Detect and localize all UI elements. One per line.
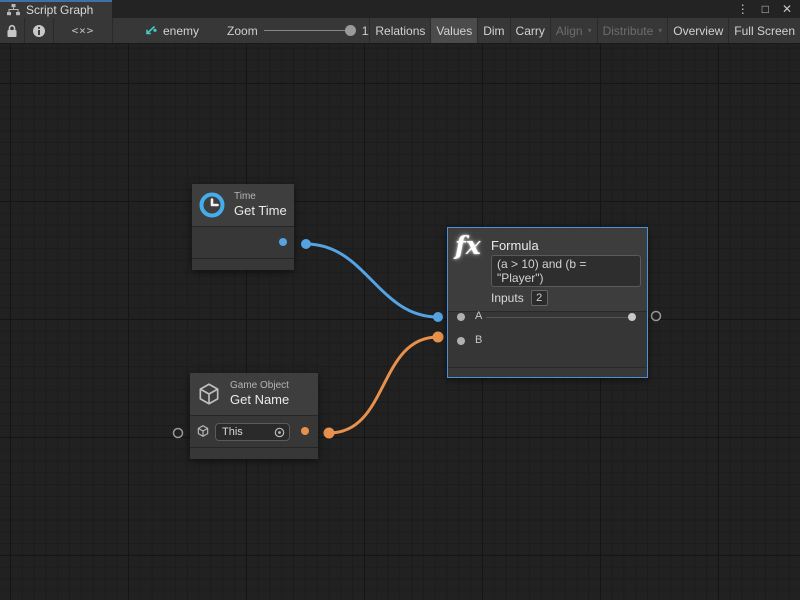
wire-orange-start-dot[interactable]	[324, 428, 335, 439]
node-get-name-header[interactable]: Game Object Get Name	[190, 373, 318, 416]
node-formula-header[interactable]: fx Formula (a > 10) and (b = "Player") I…	[448, 228, 647, 312]
button-label: Distribute	[603, 24, 654, 38]
node-title: Get Name	[230, 392, 289, 408]
script-graph-asset-icon	[143, 24, 157, 37]
formula-port-row-b: B	[448, 330, 647, 352]
node-get-name-footer	[190, 447, 318, 459]
lock-icon	[6, 24, 18, 38]
toolbar-button-relations[interactable]: Relations	[370, 18, 430, 43]
formula-result-output-ring[interactable]	[652, 312, 661, 321]
node-category: Game Object	[230, 380, 289, 392]
toolbar-button-overview[interactable]: Overview	[668, 18, 728, 43]
clock-icon	[198, 191, 226, 219]
toolbar-button-align[interactable]: Align ▾	[551, 18, 597, 43]
inputs-label: Inputs	[491, 291, 524, 305]
titlebar: Script Graph ⋮ □ ✕	[0, 0, 800, 18]
game-object-cube-icon-small	[196, 424, 210, 438]
tab-title: Script Graph	[26, 3, 93, 18]
button-label: Carry	[516, 24, 545, 38]
button-label: Dim	[483, 24, 504, 38]
wire-blue-start-dot[interactable]	[301, 239, 311, 249]
toolbar-button-values[interactable]: Values	[431, 18, 477, 43]
toolbar-button-fullscreen[interactable]: Full Screen	[729, 18, 800, 43]
zoom-slider-track	[264, 30, 350, 31]
zoom-label: Zoom	[227, 24, 258, 38]
node-formula[interactable]: fx Formula (a > 10) and (b = "Player") I…	[447, 227, 648, 378]
port-label: A	[475, 310, 482, 322]
window-close-icon[interactable]: ✕	[782, 0, 792, 18]
code-view-button[interactable]: <×>	[54, 18, 112, 43]
target-object-value: This	[222, 426, 243, 438]
node-get-time-footer	[192, 258, 294, 270]
formula-fx-icon: fx	[455, 231, 481, 260]
formula-expression-input[interactable]: (a > 10) and (b = "Player")	[491, 255, 641, 287]
chevron-down-icon: ▾	[588, 26, 592, 35]
formula-input-a-port[interactable]	[457, 313, 465, 321]
formula-result-output-port[interactable]	[628, 313, 636, 321]
button-label: Values	[436, 24, 472, 38]
node-get-name-body: This	[190, 416, 318, 447]
relation-line	[486, 317, 630, 318]
toolbar-button-dim[interactable]: Dim	[478, 18, 509, 43]
graph-breadcrumb[interactable]: enemy	[143, 24, 199, 38]
node-title: Get Time	[234, 203, 287, 219]
node-get-name-labels: Game Object Get Name	[230, 380, 289, 408]
window-menu-icon[interactable]: ⋮	[737, 0, 749, 18]
chevron-down-icon: ▾	[658, 26, 662, 35]
toolbar-button-carry[interactable]: Carry	[511, 18, 550, 43]
toolbar-button-distribute[interactable]: Distribute ▾	[598, 18, 668, 43]
wires-layer	[0, 44, 800, 600]
wire-blue-end-dot[interactable]	[433, 312, 443, 322]
tab-script-graph[interactable]: Script Graph	[0, 0, 112, 18]
button-label: Full Screen	[734, 24, 795, 38]
button-label: Align	[556, 24, 583, 38]
toolbar-separator	[112, 18, 113, 43]
graph-canvas[interactable]: Time Get Time fx Formula (a > 10) and (b…	[0, 44, 800, 600]
zoom-slider[interactable]	[264, 18, 356, 43]
zoom-slider-handle[interactable]	[345, 25, 356, 36]
graph-hierarchy-icon	[7, 4, 20, 16]
window-maximize-icon[interactable]: □	[762, 0, 769, 18]
button-label: Overview	[673, 24, 723, 38]
node-get-time-labels: Time Get Time	[234, 191, 287, 219]
node-get-time-header[interactable]: Time Get Time	[192, 184, 294, 227]
object-picker-icon[interactable]	[274, 427, 285, 438]
getname-output-port[interactable]	[301, 427, 309, 435]
formula-input-b-port[interactable]	[457, 337, 465, 345]
formula-port-row-a: A	[448, 306, 647, 328]
toolbar-button-group: Relations Values Dim Carry Align ▾ Distr…	[369, 18, 800, 43]
game-object-cube-icon	[196, 381, 222, 407]
wire-gettime-to-formula-a	[306, 244, 438, 317]
node-category: Time	[234, 191, 287, 203]
wire-orange-end-dot[interactable]	[433, 332, 444, 343]
info-button[interactable]	[25, 18, 53, 43]
formula-inputs-row: Inputs 2	[491, 290, 548, 306]
target-object-field[interactable]: This	[215, 423, 290, 441]
graph-name: enemy	[163, 24, 199, 38]
lock-button[interactable]	[0, 18, 24, 43]
graph-toolbar: <×> enemy Zoom 1x Relations Values	[0, 18, 800, 44]
node-formula-ports: A B	[448, 312, 647, 367]
gettime-output-port[interactable]	[279, 238, 287, 246]
script-graph-window: Script Graph ⋮ □ ✕ <×>	[0, 0, 800, 600]
node-get-name[interactable]: Game Object Get Name This	[190, 373, 318, 459]
button-label: Relations	[375, 24, 425, 38]
info-icon	[32, 24, 46, 38]
node-title: Formula	[491, 238, 539, 253]
getname-target-input-ring[interactable]	[174, 429, 183, 438]
wire-getname-to-formula-b	[329, 337, 438, 433]
window-controls: ⋮ □ ✕	[737, 0, 792, 18]
inputs-count-field[interactable]: 2	[531, 290, 548, 306]
node-formula-footer	[448, 367, 647, 377]
node-get-time-body	[192, 227, 294, 258]
code-icon: <×>	[72, 24, 95, 37]
node-get-time[interactable]: Time Get Time	[192, 184, 294, 270]
port-label: B	[475, 334, 482, 346]
